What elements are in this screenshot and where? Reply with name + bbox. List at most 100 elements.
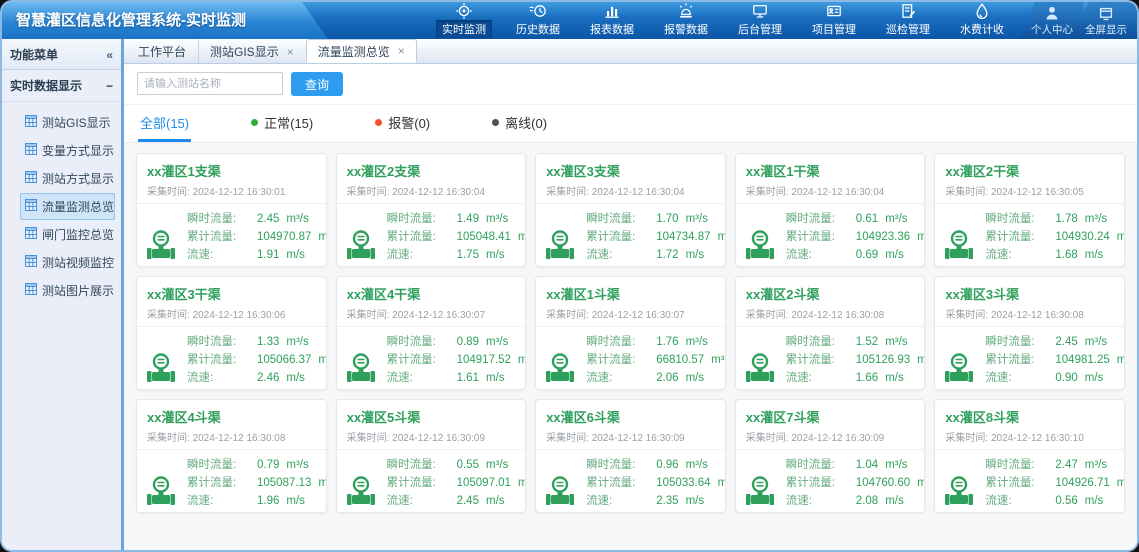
field-unit: m³/s [686,210,708,228]
sidebar-collapse-icon[interactable]: « [106,48,113,62]
field-label: 瞬时流量: [387,456,457,474]
field-value: 2.46 [257,369,279,387]
sidebar-item[interactable]: 测站GIS显示 [20,109,115,136]
metric-row: 瞬时流量:1.04m³/s [786,456,926,474]
metric-row: 瞬时流量:1.33m³/s [187,333,327,351]
field-value: 2.06 [656,369,678,387]
person-icon [1043,4,1061,21]
sidebar-item[interactable]: 闸门监控总览 [20,221,115,248]
field-value: 2.26 [457,264,479,267]
station-name: xx灌区1斗渠 [546,284,715,303]
station-name: xx灌区5斗渠 [347,407,516,426]
tab[interactable]: 工作平台 × [126,39,198,63]
top-nav-item-3[interactable]: 报警数据 [649,2,723,39]
tab-bar: 工作平台 × 测站GIS显示 × 流量监测总览 × [124,39,1137,64]
metric-row: 瞬时流量:2.47m³/s [985,456,1125,474]
status-filter[interactable]: 报警(0) [373,105,432,142]
close-tab-icon[interactable]: × [287,46,294,58]
sidebar-item[interactable]: 测站视频监控 [20,249,115,276]
field-value: 1.78 [257,510,279,513]
close-tab-icon[interactable]: × [398,45,405,57]
collect-time: 采集时间: 2024-12-12 16:30:08 [746,306,915,321]
sidebar-item-label: 变量方式显示 [42,142,114,159]
top-nav-item-4[interactable]: 后台管理 [723,2,797,39]
field-unit: m³/s [1085,456,1107,474]
field-value: 2.35 [656,492,678,510]
status-filter[interactable]: 全部(15) [138,105,191,142]
search-toolbar: 查询 [124,64,1137,105]
metric-row: 累计流量:105048.41m³ [387,228,527,246]
status-filter[interactable]: 正常(15) [249,105,315,142]
sidebar-section-realtime[interactable]: 实时数据显示 − [2,70,121,102]
field-value: 0.55 [457,456,479,474]
metric-row: 流速:2.45m/s [387,492,527,510]
flow-meter-icon [941,352,977,386]
field-value: 0.61 [856,210,878,228]
tab[interactable]: 测站GIS显示 × [198,39,306,63]
field-unit: m³ [1117,474,1125,492]
field-value: 1.52 [856,264,878,267]
collect-time: 采集时间: 2024-12-12 16:30:04 [546,183,715,198]
top-nav-item-5[interactable]: 项目管理 [797,2,871,39]
station-metrics: 瞬时流量:1.70m³/s累计流量:104734.87m³流速:1.72m/s水… [586,210,726,267]
station-metrics: 瞬时流量:2.45m³/s累计流量:104981.25m³流速:0.90m/s水… [985,333,1125,390]
user-center-label: 个人中心 [1031,22,1073,37]
station-name: xx灌区3斗渠 [945,284,1114,303]
field-value: 104981.25 [1055,351,1109,369]
field-value: 1.96 [257,492,279,510]
field-label: 瞬时流量: [786,210,856,228]
field-value: 1.91 [257,246,279,264]
sidebar-item[interactable]: 变量方式显示 [20,137,115,164]
station-name: xx灌区3干渠 [147,284,316,303]
field-value: 2.07 [1055,264,1077,267]
top-nav-item-6[interactable]: 巡检管理 [871,2,945,39]
field-unit: m³/s [885,456,907,474]
metric-row: 瞬时流量:0.61m³/s [786,210,926,228]
station-name: xx灌区2斗渠 [746,284,915,303]
station-search-input[interactable] [137,72,283,95]
sidebar-header: 功能菜单 « [2,39,121,70]
field-unit: m³/s [486,456,508,474]
sidebar-item[interactable]: 测站图片展示 [20,277,115,304]
status-filter[interactable]: 离线(0) [490,105,549,142]
station-name: xx灌区1支渠 [147,161,316,180]
status-filter-label: 全部(15) [140,113,189,132]
station-metrics: 瞬时流量:2.45m³/s累计流量:104970.87m³流速:1.91m/s水… [187,210,327,267]
field-value: 1.72 [656,246,678,264]
top-nav-item-0[interactable]: 实时监测 [427,2,501,39]
top-nav-item-1[interactable]: 历史数据 [501,2,575,39]
field-unit: m³ [318,474,326,492]
metric-row: 累计流量:104970.87m³ [187,228,327,246]
flow-meter-icon [343,229,379,263]
flow-meter-icon [343,352,379,386]
field-unit: m³ [917,351,925,369]
top-nav-item-2[interactable]: 报表数据 [575,2,649,39]
field-unit: m³/s [486,210,508,228]
field-value: 0.90 [1055,369,1077,387]
field-unit: m/s [286,246,305,264]
tab[interactable]: 流量监测总览 × [306,39,417,63]
station-name: xx灌区8斗渠 [945,407,1114,426]
field-label: 瞬时流量: [786,333,856,351]
sidebar-section-title: 实时数据显示 [10,77,82,94]
field-unit: m/s [885,246,904,264]
query-button[interactable]: 查询 [291,72,343,96]
field-label: 流速: [786,369,856,387]
status-dot-icon [492,119,499,126]
field-label: 瞬时流量: [187,210,257,228]
sidebar-item[interactable]: 测站方式显示 [20,165,115,192]
top-nav-item-7[interactable]: 水费计收 [945,2,1019,39]
field-label: 流速: [985,369,1055,387]
user-center-button[interactable]: 个人中心 [1021,2,1083,39]
metric-row: 累计流量:105033.64m³ [586,474,726,492]
field-unit: m [286,387,296,390]
field-label: 流速: [387,369,457,387]
fullscreen-button[interactable]: 全屏显示 [1075,2,1137,39]
metric-row: 累计流量:105097.01m³ [387,474,527,492]
metric-row: 水位:0.91m [586,510,726,513]
metric-row: 流速:1.72m/s [586,246,726,264]
field-label: 水位: [586,264,656,267]
flow-meter-icon [143,352,179,386]
sidebar-item[interactable]: 流量监测总览 [20,193,115,220]
field-value: 1.55 [1055,387,1077,390]
